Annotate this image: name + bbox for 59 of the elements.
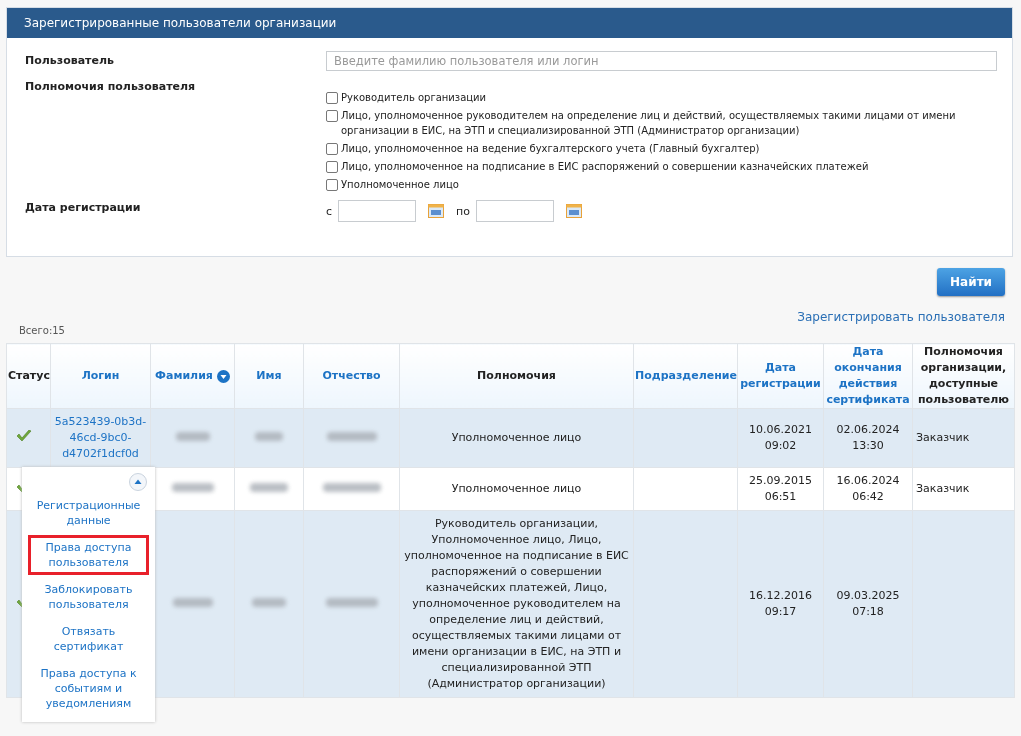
table-cell: 16.06.2024 06:42 — [836, 474, 900, 503]
redacted-text — [322, 483, 381, 492]
checkbox-label: Уполномоченное лицо — [341, 178, 459, 192]
redacted-text — [255, 432, 283, 441]
field-label: Полномочия пользователя — [25, 79, 197, 95]
field-label: Дата регистрации — [25, 200, 142, 216]
checkbox-label: Лицо, уполномоченное руководителем на определение лиц и действий, осуществляемых такими лицами от имени организации в ЕИС, на ЭТП и специализированной ЭТП (Администратор организации) — [341, 109, 957, 138]
collapse-icon[interactable] — [129, 473, 147, 491]
checkbox[interactable] — [326, 110, 338, 122]
date-from-label: с — [326, 204, 333, 218]
sort-icon[interactable] — [216, 369, 230, 383]
checkbox-label: Лицо, уполномоченное на ведение бухгалтерского учета (Главный бухгалтер) — [341, 142, 760, 156]
field-label: Пользователь — [25, 53, 115, 69]
redacted-text — [175, 432, 210, 441]
menu-item[interactable]: Заблокировать пользователя — [28, 577, 149, 617]
panel-title: Зарегистрированные пользователи организации — [7, 8, 1012, 38]
menu-item[interactable]: Права доступа пользователя — [28, 535, 149, 575]
redacted-text — [252, 598, 286, 607]
table-cell: Руководитель организации, Уполномоченное лицо, Лицо, уполномоченное на подписание в ЕИС распоряжений о совершении казначейских платежей, Лицо, уполномоченное руководителем на определение лиц и действий, осуществляемых такими лицами от имени организации в ЕИС, на ЭТП и специализированной ЭТП (Администратор организации) — [404, 517, 629, 690]
column-header[interactable]: Отчество — [322, 368, 381, 384]
menu-item[interactable]: Права доступа к событиям и уведомлениям — [28, 661, 149, 716]
table-cell: 10.06.2021 09:02 — [749, 423, 812, 452]
total-count: Всего:15 — [19, 325, 65, 336]
table-cell: 09.03.2025 07:18 — [836, 589, 900, 618]
date-field[interactable] — [476, 200, 554, 222]
column-header[interactable]: Фамилия — [155, 368, 213, 384]
checkbox-label: Руководитель организации — [341, 91, 487, 105]
table-cell: 25.09.2015 06:51 — [749, 474, 812, 503]
calendar-icon[interactable] — [566, 204, 582, 218]
checkbox[interactable] — [326, 179, 338, 191]
column-header: Статус — [8, 368, 50, 384]
redacted-text — [326, 432, 377, 441]
menu-item[interactable]: Регистрационные данные — [28, 493, 149, 533]
checkbox[interactable] — [326, 161, 338, 173]
redacted-text — [325, 598, 378, 607]
user-search-field[interactable]: Введите фамилию пользователя или логин — [326, 51, 997, 71]
table-cell: 02.06.2024 13:30 — [836, 423, 900, 452]
checkbox[interactable] — [326, 92, 338, 104]
calendar-icon[interactable] — [428, 204, 445, 218]
table-cell: 16.12.2016 09:17 — [749, 589, 812, 618]
menu-item[interactable]: Отвязать сертификат — [28, 619, 149, 659]
date-to-label: по — [456, 204, 470, 218]
checkbox-label: Лицо, уполномоченное на подписание в ЕИС распоряжений о совершении казначейских платежей — [341, 160, 869, 174]
column-header[interactable]: Дата окончания действия сертификата — [825, 344, 911, 408]
table-cell: Заказчик — [916, 431, 970, 444]
register-user-link[interactable]: Зарегистрировать пользователя — [797, 310, 1005, 324]
table-cell: Уполномоченное лицо — [451, 431, 582, 444]
table-cell: Уполномоченное лицо — [451, 482, 582, 495]
redacted-text — [171, 483, 214, 492]
redacted-text — [172, 598, 213, 607]
column-header[interactable]: Имя — [256, 368, 282, 384]
column-header: Полномочия организации, доступные пользователю — [916, 344, 1011, 408]
date-field[interactable] — [338, 200, 417, 222]
redacted-text — [250, 483, 288, 492]
table-cell: Заказчик — [916, 482, 970, 495]
column-header: Полномочия — [477, 368, 556, 384]
checkbox[interactable] — [326, 143, 338, 155]
column-header[interactable]: Логин — [81, 368, 120, 384]
search-button[interactable]: Найти — [937, 268, 1005, 296]
